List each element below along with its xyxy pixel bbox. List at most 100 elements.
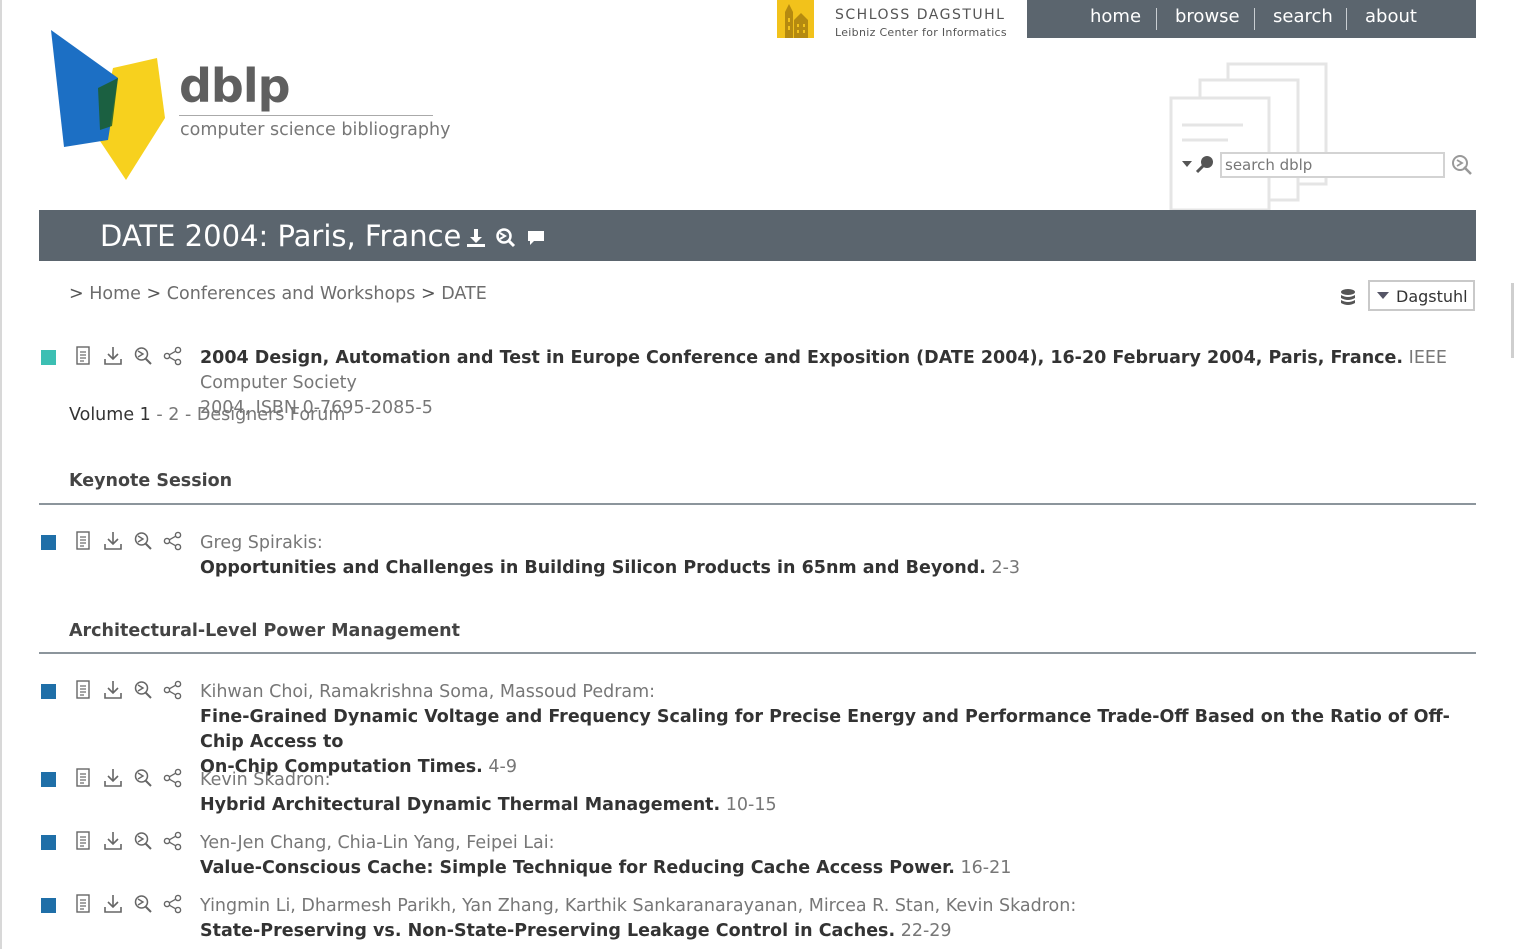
volume-navigation: Volume 1 - 2 - Designers Forum — [69, 405, 345, 425]
page-title-banner: DATE 2004: Paris, France — [39, 210, 1476, 261]
share-icon[interactable] — [163, 894, 183, 914]
breadcrumb-separator: > — [420, 284, 436, 304]
paper-entry: Yen-Jen Chang, Chia-Lin Yang, Feipei Lai… — [200, 831, 1470, 881]
breadcrumb: > Home > Conferences and Workshops > DAT… — [69, 284, 487, 304]
paper-marker — [41, 835, 56, 850]
paper-authors[interactable]: Greg Spirakis: — [200, 533, 323, 553]
share-icon[interactable] — [163, 531, 183, 551]
nav-separator — [1156, 8, 1157, 30]
share-icon[interactable] — [163, 831, 183, 851]
chevron-down-icon — [1377, 292, 1389, 299]
breadcrumb-date[interactable]: DATE — [441, 284, 487, 304]
paper-authors[interactable]: Yingmin Li, Dharmesh Parikh, Yan Zhang, … — [200, 896, 1076, 916]
paper-title: Opportunities and Challenges in Building… — [200, 558, 986, 578]
logo-divider — [179, 115, 433, 116]
volume-prefix: Volume — [69, 405, 140, 425]
search-options-toggle-icon[interactable] — [1180, 153, 1216, 175]
mirror-select[interactable]: Dagstuhl — [1368, 280, 1475, 311]
share-icon[interactable] — [163, 346, 183, 366]
logo-tagline: computer science bibliography — [180, 120, 451, 140]
nav-search[interactable]: search — [1273, 6, 1333, 27]
proceedings-title[interactable]: 2004 Design, Automation and Test in Euro… — [200, 348, 1403, 368]
volume-current: 1 — [139, 405, 151, 425]
nav-separator — [1346, 8, 1347, 30]
download-icon[interactable] — [103, 831, 123, 851]
download-icon[interactable] — [103, 768, 123, 788]
paper-entry: Greg Spirakis: Opportunities and Challen… — [200, 531, 1470, 581]
page-title: DATE 2004: Paris, France — [100, 219, 462, 253]
nav-home[interactable]: home — [1090, 6, 1141, 27]
download-icon[interactable] — [103, 346, 123, 366]
paper-marker — [41, 684, 56, 699]
logo-wordmark: dblp — [179, 59, 291, 113]
download-icon[interactable] — [465, 227, 487, 249]
reload-icon[interactable] — [133, 531, 153, 551]
top-navigation: home browse search about — [1027, 0, 1476, 38]
document-icon[interactable] — [73, 894, 93, 914]
paper-entry: Kevin Skadron: Hybrid Architectural Dyna… — [200, 768, 1470, 818]
search-input[interactable] — [1220, 152, 1445, 178]
document-icon[interactable] — [73, 531, 93, 551]
share-icon[interactable] — [163, 768, 183, 788]
dagstuhl-link[interactable]: SCHLOSS DAGSTUHL Leibniz Center for Info… — [777, 0, 1007, 39]
breadcrumb-separator: > — [69, 284, 84, 304]
download-icon[interactable] — [103, 680, 123, 700]
breadcrumb-conferences[interactable]: Conferences and Workshops — [167, 284, 416, 304]
reload-icon[interactable] — [133, 768, 153, 788]
dagstuhl-castle-icon — [777, 0, 814, 38]
nav-separator — [1254, 8, 1255, 30]
paper-marker — [41, 898, 56, 913]
document-icon[interactable] — [73, 768, 93, 788]
comment-icon[interactable] — [525, 227, 547, 249]
share-icon[interactable] — [163, 680, 183, 700]
paper-authors[interactable]: Kihwan Choi, Ramakrishna Soma, Massoud P… — [200, 682, 655, 702]
paper-entry: Kihwan Choi, Ramakrishna Soma, Massoud P… — [200, 680, 1470, 780]
proceedings-entry: 2004 Design, Automation and Test in Euro… — [200, 346, 1470, 421]
paper-title: Value-Conscious Cache: Simple Technique … — [200, 858, 955, 878]
mirror-select-label: Dagstuhl — [1396, 287, 1468, 306]
breadcrumb-home[interactable]: Home — [89, 284, 141, 304]
volume-separator: - — [150, 405, 169, 425]
paper-entry: Yingmin Li, Dharmesh Parikh, Yan Zhang, … — [200, 894, 1470, 944]
volume-separator: - — [179, 405, 197, 425]
section-divider — [39, 652, 1476, 654]
database-icon[interactable] — [1338, 287, 1358, 309]
paper-pages: 10-15 — [725, 795, 777, 815]
dblp-logo-mark-icon — [51, 30, 165, 180]
paper-authors[interactable]: Kevin Skadron: — [200, 770, 331, 790]
reload-icon[interactable] — [133, 680, 153, 700]
proceedings-marker — [41, 350, 56, 365]
paper-marker — [41, 535, 56, 550]
page-left-border — [0, 0, 2, 949]
volume-link-2[interactable]: 2 — [168, 405, 179, 425]
section-heading: Keynote Session — [69, 471, 233, 491]
dblp-logo[interactable]: dblp computer science bibliography — [48, 30, 450, 185]
download-icon[interactable] — [103, 531, 123, 551]
volume-link-designers-forum[interactable]: Designers Forum — [197, 405, 346, 425]
nav-about[interactable]: about — [1365, 6, 1417, 27]
dagstuhl-name: SCHLOSS DAGSTUHL — [835, 7, 1006, 23]
paper-title: Fine-Grained Dynamic Voltage and Frequen… — [200, 707, 1450, 752]
document-icon[interactable] — [73, 680, 93, 700]
paper-pages: 2-3 — [991, 558, 1021, 578]
search-background-pages-icon — [1169, 62, 1328, 212]
paper-authors[interactable]: Yen-Jen Chang, Chia-Lin Yang, Feipei Lai… — [200, 833, 555, 853]
paper-pages: 16-21 — [960, 858, 1012, 878]
dagstuhl-subtitle: Leibniz Center for Informatics — [835, 26, 1007, 39]
reload-icon[interactable] — [133, 831, 153, 851]
reload-icon[interactable] — [133, 346, 153, 366]
paper-title: Hybrid Architectural Dynamic Thermal Man… — [200, 795, 721, 815]
reload-icon[interactable] — [495, 227, 517, 249]
nav-browse[interactable]: browse — [1175, 6, 1240, 27]
download-icon[interactable] — [103, 894, 123, 914]
paper-pages: 22-29 — [900, 921, 952, 941]
document-icon[interactable] — [73, 346, 93, 366]
section-heading: Architectural-Level Power Management — [69, 621, 460, 641]
section-divider — [39, 503, 1476, 505]
document-icon[interactable] — [73, 831, 93, 851]
paper-marker — [41, 772, 56, 787]
search-submit-icon[interactable] — [1451, 154, 1473, 176]
breadcrumb-separator: > — [146, 284, 162, 304]
reload-icon[interactable] — [133, 894, 153, 914]
paper-title: State-Preserving vs. Non-State-Preservin… — [200, 921, 896, 941]
